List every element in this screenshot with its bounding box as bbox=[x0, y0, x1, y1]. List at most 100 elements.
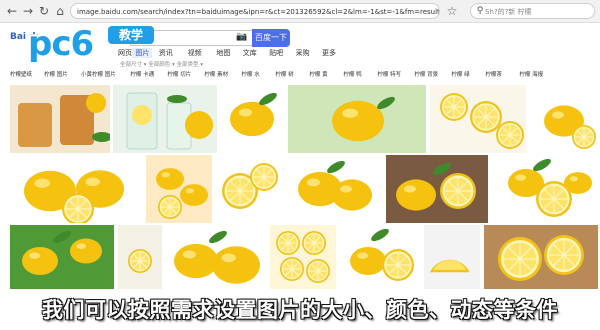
leaf-shape bbox=[209, 230, 227, 244]
lemon-photo bbox=[24, 170, 124, 223]
home-icon[interactable]: ⌂ bbox=[52, 3, 68, 19]
lemon-photo bbox=[396, 162, 476, 211]
image-thumbnail[interactable] bbox=[113, 85, 217, 153]
lemon-photo bbox=[174, 230, 260, 284]
back-icon[interactable]: ← bbox=[4, 3, 20, 19]
tab-1[interactable]: 图片 bbox=[132, 48, 153, 58]
image-thumbnail[interactable] bbox=[484, 225, 598, 289]
lemon-shape bbox=[185, 111, 213, 139]
browser-search-input[interactable]: Sh?的?新 柠檬 bbox=[470, 3, 595, 19]
image-thumbnail[interactable] bbox=[166, 225, 266, 289]
lemon-highlight bbox=[85, 177, 101, 187]
tab-2[interactable]: 资讯 bbox=[159, 48, 173, 58]
related-tag[interactable]: 柠檬 树 bbox=[275, 70, 293, 78]
lemon-highlight bbox=[306, 178, 320, 187]
image-thumbnail[interactable] bbox=[430, 85, 526, 153]
address-bar[interactable]: image.baidu.com/search/index?tn=baiduima… bbox=[70, 3, 440, 19]
lemon-highlight bbox=[29, 252, 40, 259]
search-button[interactable]: 百度一下 bbox=[252, 29, 290, 47]
forward-icon[interactable]: → bbox=[20, 3, 36, 19]
related-tag[interactable]: 柠檬 素材 bbox=[204, 70, 228, 78]
image-thumbnail[interactable] bbox=[146, 155, 212, 223]
lemon-slice-flesh bbox=[132, 105, 152, 125]
image-thumbnail[interactable] bbox=[216, 155, 282, 223]
lemon-highlight bbox=[221, 253, 236, 263]
tab-0[interactable]: 网页 bbox=[118, 48, 132, 58]
related-tag[interactable]: 柠檬 海报 bbox=[519, 70, 543, 78]
image-thumbnail[interactable] bbox=[10, 225, 114, 289]
related-tag[interactable]: 柠檬茶 bbox=[485, 70, 502, 78]
leaf-shape bbox=[167, 95, 187, 103]
lemon-shape bbox=[564, 172, 592, 194]
lemon-shape bbox=[350, 246, 386, 276]
lemon-highlight bbox=[340, 185, 352, 193]
lemon-shape bbox=[70, 238, 102, 264]
lemon-highlight bbox=[515, 174, 526, 181]
lemon-shape bbox=[180, 184, 208, 206]
filter-bar[interactable]: 全部尺寸 ▾ 全部颜色 ▾ 全部类型 ▾ bbox=[120, 60, 203, 68]
image-thumbnail[interactable] bbox=[118, 225, 162, 289]
related-tag[interactable]: 柠檬 黄 bbox=[309, 70, 327, 78]
lemon-highlight bbox=[342, 108, 358, 118]
lemon-highlight bbox=[404, 185, 416, 193]
star-icon[interactable]: ☆ bbox=[444, 3, 460, 19]
tab-8[interactable]: 更多 bbox=[322, 48, 336, 58]
related-tag[interactable]: 柠檬 鸭 bbox=[343, 70, 361, 78]
lemon-photo bbox=[128, 249, 152, 273]
lemon-photo bbox=[332, 96, 395, 142]
lemon-photo bbox=[18, 93, 110, 147]
related-tag[interactable]: 柠檬 图片 bbox=[44, 70, 68, 78]
image-thumbnail[interactable] bbox=[424, 225, 480, 289]
related-tag[interactable]: 柠檬壁纸 bbox=[10, 70, 32, 78]
lemon-shape bbox=[230, 101, 274, 137]
leaf-shape bbox=[53, 230, 71, 244]
tab-7[interactable]: 采购 bbox=[296, 48, 310, 58]
lemon-photo bbox=[498, 235, 584, 281]
image-thumbnail[interactable] bbox=[286, 155, 382, 223]
reload-icon[interactable]: ↻ bbox=[36, 3, 52, 19]
browser-toolbar: ← → ↻ ⌂ image.baidu.com/search/index?tn=… bbox=[0, 0, 600, 23]
lemon-highlight bbox=[357, 252, 368, 259]
image-thumbnail[interactable] bbox=[492, 155, 598, 223]
lemon-photo bbox=[230, 92, 277, 137]
related-tag[interactable]: 柠檬 水 bbox=[241, 70, 259, 78]
lemon-shape bbox=[332, 179, 372, 211]
leaf-shape bbox=[433, 162, 451, 176]
caption-text: 我们可以按照需求设置图片的大小、颜色、动态等条件 bbox=[42, 298, 558, 322]
related-tag[interactable]: 柠檬 特写 bbox=[377, 70, 401, 78]
pc6-logo-text: pc6 bbox=[28, 24, 94, 64]
image-thumbnail[interactable] bbox=[386, 155, 488, 223]
lemon-photo bbox=[430, 259, 470, 273]
lemon-photo bbox=[298, 160, 372, 211]
related-tag[interactable]: 柠檬 卡通 bbox=[130, 70, 154, 78]
tab-5[interactable]: 文库 bbox=[243, 48, 257, 58]
tab-6[interactable]: 贴吧 bbox=[269, 48, 283, 58]
tab-3[interactable]: 视频 bbox=[188, 48, 202, 58]
leaf-shape bbox=[92, 132, 110, 142]
image-thumbnail[interactable] bbox=[220, 85, 284, 153]
lemon-highlight bbox=[76, 243, 86, 250]
lemon-photo bbox=[276, 231, 330, 283]
lemon-shape bbox=[156, 168, 184, 190]
image-thumbnail[interactable] bbox=[528, 85, 598, 153]
lemon-shape bbox=[174, 243, 218, 279]
lemon-photo bbox=[22, 230, 102, 276]
lemon-highlight bbox=[161, 172, 170, 178]
lemon-highlight bbox=[238, 108, 252, 117]
tab-4[interactable]: 地图 bbox=[216, 48, 230, 58]
image-thumbnail[interactable] bbox=[288, 85, 426, 153]
related-tag[interactable]: 柠檬 切片 bbox=[167, 70, 191, 78]
subtitle-caption: 我们可以按照需求设置图片的大小、颜色、动态等条件 bbox=[0, 288, 600, 330]
lemon-photo bbox=[350, 228, 414, 281]
related-tag[interactable]: 柠檬 绿 bbox=[451, 70, 469, 78]
image-thumbnail[interactable] bbox=[270, 225, 336, 289]
tea-glass bbox=[18, 103, 52, 147]
related-tag[interactable]: 小黄柠檬 图片 bbox=[81, 70, 116, 78]
camera-icon[interactable]: 📷 bbox=[236, 32, 247, 42]
image-thumbnail[interactable] bbox=[340, 225, 420, 289]
lemon-highlight bbox=[569, 176, 578, 182]
image-thumbnail[interactable] bbox=[10, 85, 110, 153]
lemon-photo bbox=[156, 168, 208, 219]
image-thumbnail[interactable] bbox=[10, 155, 140, 223]
related-tag[interactable]: 柠檬 背景 bbox=[414, 70, 438, 78]
